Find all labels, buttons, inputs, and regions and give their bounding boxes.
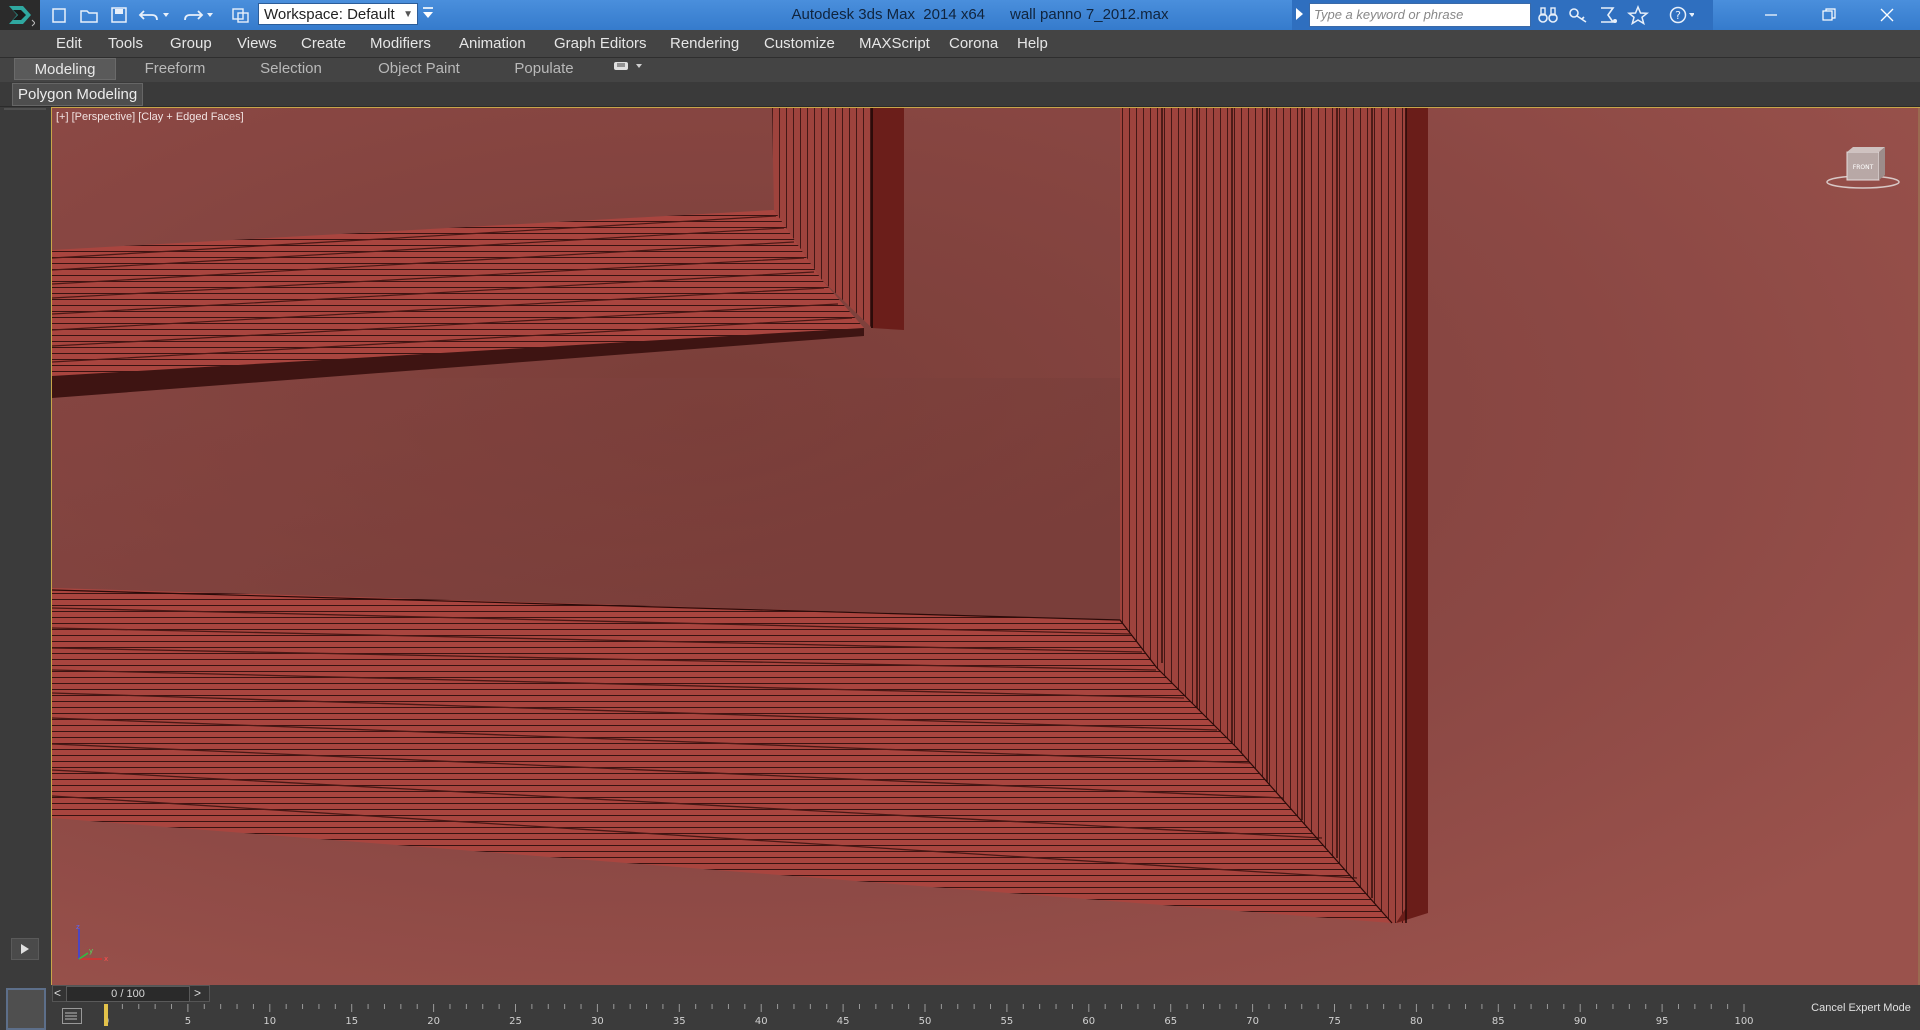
menu-corona[interactable]: Corona: [949, 30, 998, 57]
application-menu-button[interactable]: [0, 0, 40, 30]
redo-icon[interactable]: [182, 4, 204, 26]
time-slider-thumb[interactable]: 0 / 100: [66, 986, 190, 1002]
title-bar: Workspace: Default ▼ Autodesk 3ds Max 20…: [0, 0, 1920, 30]
workspace-dropdown[interactable]: Workspace: Default ▼: [258, 3, 418, 25]
next-frame-button[interactable]: >: [194, 986, 201, 1000]
maxscript-listener-button[interactable]: [6, 988, 46, 1030]
ruler-tick-label: 35: [673, 1016, 686, 1027]
menu-bar: Edit Tools Group Views Create Modifiers …: [0, 30, 1920, 58]
ribbon-panel-bar: Polygon Modeling: [0, 82, 1920, 107]
search-input[interactable]: Type a keyword or phrase: [1309, 3, 1531, 27]
ruler-tick-label: 40: [755, 1016, 768, 1027]
menu-help[interactable]: Help: [1017, 30, 1048, 57]
ruler-tick-label: 100: [1734, 1016, 1753, 1027]
tab-object-paint[interactable]: Object Paint: [370, 58, 468, 80]
menu-customize[interactable]: Customize: [764, 30, 835, 57]
save-icon[interactable]: [108, 4, 130, 26]
tab-freeform[interactable]: Freeform: [130, 58, 220, 80]
project-folder-icon[interactable]: [230, 4, 252, 26]
tab-populate[interactable]: Populate: [500, 58, 588, 80]
close-icon[interactable]: [1858, 0, 1916, 30]
menu-animation[interactable]: Animation: [459, 30, 526, 57]
perspective-viewport[interactable]: [+] [Perspective] [Clay + Edged Faces] F…: [51, 107, 1920, 985]
axis-tripod: z x y: [74, 923, 114, 968]
cancel-expert-mode-button[interactable]: Cancel Expert Mode: [1802, 997, 1920, 1019]
undo-dropdown-icon[interactable]: [160, 4, 172, 26]
open-folder-icon[interactable]: [78, 4, 100, 26]
redo-dropdown-icon[interactable]: [204, 4, 216, 26]
ruler-tick-label: 65: [1164, 1016, 1177, 1027]
play-icon[interactable]: [11, 938, 39, 960]
ruler-tick-label: 30: [591, 1016, 604, 1027]
restore-icon[interactable]: [1800, 0, 1858, 30]
ruler-tick-label: 10: [263, 1016, 276, 1027]
polygon-modeling-panel[interactable]: Polygon Modeling: [12, 83, 144, 106]
viewcube-face-label: FRONT: [1853, 164, 1874, 171]
ruler-tick-label: 95: [1656, 1016, 1669, 1027]
tab-modeling[interactable]: Modeling: [14, 58, 116, 80]
viewcube[interactable]: FRONT: [1823, 144, 1903, 197]
new-file-icon[interactable]: [48, 4, 70, 26]
menu-graph-editors[interactable]: Graph Editors: [554, 30, 647, 57]
ruler-tick-label: 60: [1082, 1016, 1095, 1027]
time-slider-area: < 0 / 100 > 0510152025303540455055606570…: [0, 985, 1920, 1030]
menu-tools[interactable]: Tools: [108, 30, 143, 57]
menu-group[interactable]: Group: [170, 30, 212, 57]
ruler-tick-label: 55: [1001, 1016, 1014, 1027]
minimize-icon[interactable]: [1742, 0, 1800, 30]
axis-y-label: y: [89, 947, 93, 955]
ruler-tick-label: 70: [1246, 1016, 1259, 1027]
current-frame-marker[interactable]: [104, 1004, 108, 1026]
binoculars-icon[interactable]: [1535, 4, 1561, 26]
ruler-tick-label: 50: [919, 1016, 932, 1027]
ruler-tick-label: 75: [1328, 1016, 1341, 1027]
ruler-tick-label: 15: [345, 1016, 358, 1027]
ruler-tick-label: 90: [1574, 1016, 1587, 1027]
ribbon-options-icon[interactable]: [610, 58, 646, 80]
ruler-tick-label: 5: [185, 1016, 191, 1027]
customize-quick-access-icon[interactable]: [420, 5, 436, 25]
menu-modifiers[interactable]: Modifiers: [370, 30, 431, 57]
ruler-tick-label: 45: [837, 1016, 850, 1027]
menu-views[interactable]: Views: [237, 30, 277, 57]
viewport-label[interactable]: [+] [Perspective] [Clay + Edged Faces]: [56, 111, 244, 123]
axis-z-label: z: [76, 923, 80, 931]
expand-search-icon[interactable]: [1296, 8, 1303, 20]
chevron-down-icon: ▼: [403, 9, 413, 20]
prev-frame-button[interactable]: <: [54, 986, 61, 1000]
window-title: Autodesk 3ds Max 2014 x64 wall panno 7_2…: [791, 6, 1169, 23]
menu-edit[interactable]: Edit: [56, 30, 82, 57]
help-icon[interactable]: ?: [1668, 4, 1694, 26]
ribbon-tabs: Modeling Freeform Selection Object Paint…: [0, 58, 1920, 82]
ruler-tick-label: 20: [427, 1016, 440, 1027]
ruler-tick-label: 80: [1410, 1016, 1423, 1027]
ruler-tick-label: 25: [509, 1016, 522, 1027]
menu-create[interactable]: Create: [301, 30, 346, 57]
workspace-value: Workspace: Default: [264, 6, 395, 23]
curve-editor-icon[interactable]: [62, 1008, 82, 1024]
scene-render: [52, 108, 1920, 985]
timeline-ruler[interactable]: 0510152025303540455055606570758085909510…: [104, 1004, 1756, 1030]
undo-icon[interactable]: [138, 4, 160, 26]
tab-selection[interactable]: Selection: [245, 58, 337, 80]
axis-x-label: x: [104, 955, 108, 963]
favorites-star-icon[interactable]: [1625, 4, 1651, 26]
svg-text:?: ?: [1675, 9, 1681, 22]
app-logo-icon: [9, 6, 35, 27]
subscription-icon[interactable]: [1595, 4, 1621, 26]
left-toolbar-strip: [0, 107, 50, 985]
menu-maxscript[interactable]: MAXScript: [859, 30, 930, 57]
ruler-tick-label: 85: [1492, 1016, 1505, 1027]
menu-rendering[interactable]: Rendering: [670, 30, 739, 57]
infocenter-key-icon[interactable]: [1565, 4, 1591, 26]
